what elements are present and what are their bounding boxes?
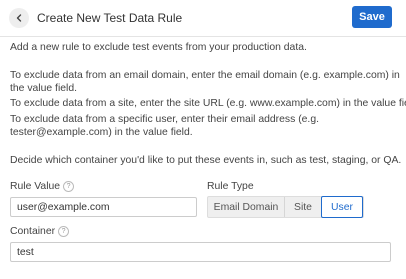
rule-type-selector: Email Domain Site User xyxy=(207,196,364,218)
help-icon[interactable]: ? xyxy=(58,226,70,237)
container-input[interactable] xyxy=(10,242,391,262)
header: Create New Test Data Rule Save xyxy=(0,0,406,36)
chevron-left-icon xyxy=(16,14,22,22)
container-label: Container ? xyxy=(10,226,70,237)
container-label-text: Container xyxy=(10,226,56,237)
instruction-email-domain: To exclude data from an email domain, en… xyxy=(10,70,400,94)
instruction-site: To exclude data from a site, enter the s… xyxy=(10,98,406,109)
rule-value-input[interactable] xyxy=(10,197,197,217)
rule-type-email-domain[interactable]: Email Domain xyxy=(208,197,284,217)
save-button[interactable]: Save xyxy=(352,6,392,28)
rule-type-site[interactable]: Site xyxy=(284,197,321,217)
header-divider xyxy=(0,36,406,37)
instruction-user: To exclude data from a specific user, en… xyxy=(10,114,319,138)
container-hint: Decide which container you'd like to put… xyxy=(10,155,402,166)
rule-value-label: Rule Value ? xyxy=(10,181,75,192)
rule-value-label-text: Rule Value xyxy=(10,181,61,192)
back-button[interactable] xyxy=(9,8,29,28)
intro-text: Add a new rule to exclude test events fr… xyxy=(10,42,307,53)
rule-type-user[interactable]: User xyxy=(321,196,363,218)
help-icon[interactable]: ? xyxy=(63,181,75,192)
rule-type-label-text: Rule Type xyxy=(207,181,254,192)
page-title: Create New Test Data Rule xyxy=(37,11,183,25)
rule-type-label: Rule Type xyxy=(207,181,254,192)
